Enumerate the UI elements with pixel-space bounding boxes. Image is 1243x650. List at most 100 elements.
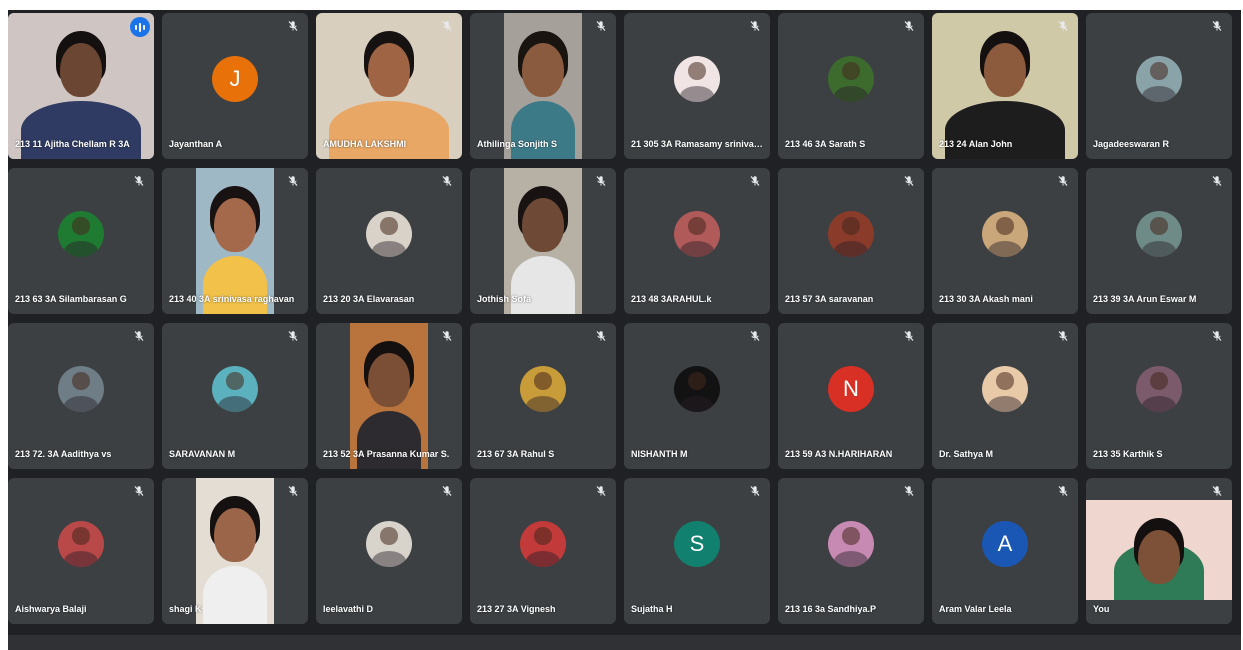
mic-off-icon (132, 329, 146, 343)
participant-name: 213 57 3A saravanan (785, 294, 874, 304)
avatar-photo (58, 521, 104, 567)
participant-tile[interactable]: leelavathi D (316, 478, 462, 624)
participant-tile[interactable]: Athilinga Sonjith S (470, 13, 616, 159)
participant-tile[interactable]: 213 27 3A Vignesh (470, 478, 616, 624)
mic-off-icon (748, 329, 762, 343)
participant-name: Jothish Sofa (477, 294, 532, 304)
avatar-initial: A (997, 531, 1013, 556)
mic-off-icon (440, 19, 454, 33)
mic-off-icon (440, 329, 454, 343)
mic-off-icon (1210, 484, 1224, 498)
mic-off-icon (594, 19, 608, 33)
avatar-photo (674, 211, 720, 257)
mic-off-icon (132, 484, 146, 498)
participant-tile[interactable]: 21 305 3A Ramasamy srinivasan (624, 13, 770, 159)
participant-tile[interactable]: A Aram Valar Leela (932, 478, 1078, 624)
avatar-photo (212, 366, 258, 412)
mic-off-icon (440, 484, 454, 498)
avatar-letter: A (982, 521, 1028, 567)
participant-tile[interactable]: 213 11 Ajitha Chellam R 3A (8, 13, 154, 159)
participant-name: 213 11 Ajitha Chellam R 3A (15, 139, 130, 149)
participant-tile[interactable]: 213 20 3A Elavarasan (316, 168, 462, 314)
participant-tile[interactable]: 213 40 3A srinivasa raghavan (162, 168, 308, 314)
avatar-photo (58, 366, 104, 412)
avatar-photo (1136, 211, 1182, 257)
participant-name: 213 30 3A Akash mani (939, 294, 1033, 304)
mic-off-icon (286, 484, 300, 498)
participant-name: 213 24 Alan John (939, 139, 1013, 149)
participant-tile[interactable]: 213 48 3ARAHUL.k (624, 168, 770, 314)
avatar-letter: N (828, 366, 874, 412)
avatar-photo (520, 521, 566, 567)
mic-off-icon (1210, 19, 1224, 33)
participant-name: shagi K (169, 604, 202, 614)
participant-tile[interactable]: NISHANTH M (624, 323, 770, 469)
self-video-feed (1086, 500, 1232, 600)
participant-name: Jagadeeswaran R (1093, 139, 1170, 149)
avatar-photo (674, 56, 720, 102)
participant-tile[interactable]: 213 57 3A saravanan (778, 168, 924, 314)
video-feed (316, 13, 462, 159)
participant-name: 213 39 3A Arun Eswar M (1093, 294, 1197, 304)
video-feed (196, 478, 274, 624)
participant-tile[interactable]: 213 39 3A Arun Eswar M (1086, 168, 1232, 314)
mic-off-icon (1056, 484, 1070, 498)
participant-tile[interactable]: 213 46 3A Sarath S (778, 13, 924, 159)
participant-name: Aishwarya Balaji (15, 604, 87, 614)
participant-name: Aram Valar Leela (939, 604, 1012, 614)
avatar-initial: J (229, 66, 241, 91)
participant-tile[interactable]: SARAVANAN M (162, 323, 308, 469)
participant-name: 213 35 Karthik S (1093, 449, 1163, 459)
mic-off-icon (1056, 19, 1070, 33)
mic-off-icon (594, 329, 608, 343)
mic-off-icon (1056, 329, 1070, 343)
participant-name: 213 52 3A Prasanna Kumar S. (323, 449, 450, 459)
participant-tile[interactable]: 213 24 Alan John (932, 13, 1078, 159)
avatar-photo (674, 366, 720, 412)
video-feed (932, 13, 1078, 159)
participant-name: Jayanthan A (169, 139, 223, 149)
participant-tile[interactable]: shagi K (162, 478, 308, 624)
participant-tile[interactable]: Jagadeeswaran R (1086, 13, 1232, 159)
participant-tile[interactable]: Jothish Sofa (470, 168, 616, 314)
mic-off-icon (1056, 174, 1070, 188)
participant-name: SARAVANAN M (169, 449, 236, 459)
video-feed (504, 168, 582, 314)
participant-tile[interactable]: N 213 59 A3 N.HARIHARAN (778, 323, 924, 469)
video-feed (196, 168, 274, 314)
participant-tile[interactable]: 213 52 3A Prasanna Kumar S. (316, 323, 462, 469)
mic-off-icon (748, 484, 762, 498)
participant-tile[interactable]: 213 35 Karthik S (1086, 323, 1232, 469)
avatar-photo (982, 366, 1028, 412)
participant-tile[interactable]: 213 67 3A Rahul S (470, 323, 616, 469)
video-feed (350, 323, 428, 469)
participant-name: Dr. Sathya M (939, 449, 994, 459)
avatar-photo (366, 211, 412, 257)
participant-tile[interactable]: J Jayanthan A (162, 13, 308, 159)
participant-tile[interactable]: You (1086, 478, 1232, 624)
avatar-letter: J (212, 56, 258, 102)
participant-tile[interactable]: Dr. Sathya M (932, 323, 1078, 469)
participant-tile[interactable]: Aishwarya Balaji (8, 478, 154, 624)
audio-level-icon (130, 17, 150, 37)
avatar-photo (828, 56, 874, 102)
avatar-initial: N (843, 376, 859, 401)
participant-tile[interactable]: S Sujatha H (624, 478, 770, 624)
participant-name: 213 67 3A Rahul S (477, 449, 555, 459)
participant-name: 213 20 3A Elavarasan (323, 294, 415, 304)
participant-name: Sujatha H (631, 604, 673, 614)
mic-off-icon (902, 329, 916, 343)
mic-off-icon (594, 174, 608, 188)
mic-off-icon (748, 19, 762, 33)
participant-tile[interactable]: 213 30 3A Akash mani (932, 168, 1078, 314)
participant-tile[interactable]: 213 72. 3A Aadithya vs (8, 323, 154, 469)
participant-tile[interactable]: AMUDHA LAKSHMI (316, 13, 462, 159)
mic-off-icon (1210, 329, 1224, 343)
mic-off-icon (902, 484, 916, 498)
mic-off-icon (440, 174, 454, 188)
video-feed (504, 13, 582, 159)
mic-off-icon (132, 174, 146, 188)
participant-tile[interactable]: 213 16 3a Sandhiya.P (778, 478, 924, 624)
participant-tile[interactable]: 213 63 3A Silambarasan G (8, 168, 154, 314)
avatar-letter: S (674, 521, 720, 567)
